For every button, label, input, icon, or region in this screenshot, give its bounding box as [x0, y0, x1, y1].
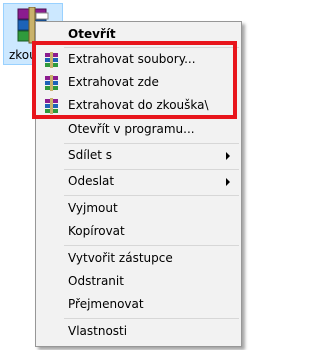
menu-item-label: Odstranit: [68, 274, 124, 288]
chevron-right-icon: [226, 178, 230, 186]
menu-separator: [64, 169, 239, 170]
menu-item-label: Vyjmout: [68, 201, 118, 215]
menu-item-share-with[interactable]: Sdílet s: [38, 145, 239, 167]
menu-item-rename[interactable]: Přejmenovat: [38, 294, 239, 316]
menu-item-label: Odeslat: [68, 174, 115, 188]
highlight-annotation-box: [32, 41, 237, 119]
menu-item-label: Sdílet s: [68, 148, 113, 162]
menu-separator: [64, 195, 239, 196]
menu-item-label: Vytvořit zástupce: [68, 251, 173, 265]
menu-item-properties[interactable]: Vlastnosti: [38, 321, 239, 343]
menu-separator: [64, 143, 239, 144]
menu-item-label: Otevřít v programu...: [68, 122, 195, 136]
menu-item-send-to[interactable]: Odeslat: [38, 171, 239, 193]
menu-separator: [64, 318, 239, 319]
menu-item-label: Vlastnosti: [68, 324, 128, 338]
chevron-right-icon: [226, 152, 230, 160]
menu-item-delete[interactable]: Odstranit: [38, 271, 239, 293]
menu-item-open-with[interactable]: Otevřít v programu...: [38, 119, 239, 141]
menu-item-create-shortcut[interactable]: Vytvořit zástupce: [38, 248, 239, 270]
menu-separator: [64, 245, 239, 246]
menu-item-label: Otevřít: [68, 27, 116, 41]
menu-item-label: Kopírovat: [68, 224, 125, 238]
menu-item-label: Přejmenovat: [68, 297, 144, 311]
menu-item-copy[interactable]: Kopírovat: [38, 221, 239, 243]
menu-item-cut[interactable]: Vyjmout: [38, 198, 239, 220]
